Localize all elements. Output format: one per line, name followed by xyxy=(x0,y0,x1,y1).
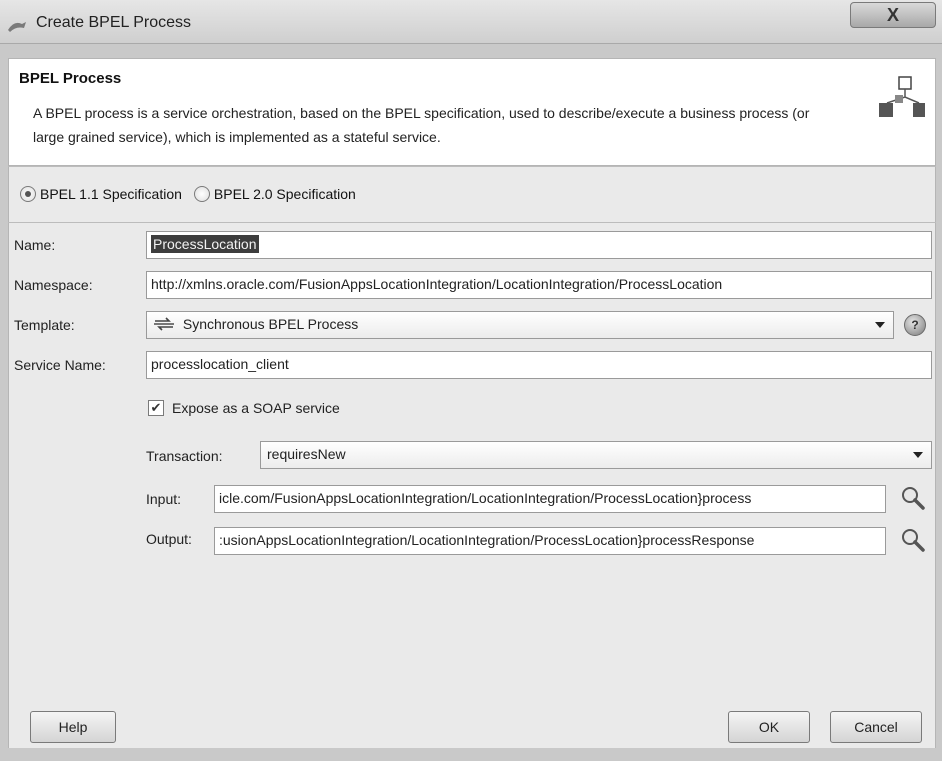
input-label: Input: xyxy=(146,491,182,507)
template-select[interactable]: Synchronous BPEL Process xyxy=(146,311,894,339)
spec-radio-group: BPEL 1.1 Specification BPEL 2.0 Specific… xyxy=(20,183,368,205)
app-icon xyxy=(8,22,26,32)
radio-button-selected[interactable] xyxy=(20,186,36,202)
name-label: Name: xyxy=(14,237,56,253)
service-name-field[interactable]: processlocation_client xyxy=(146,351,932,379)
radio-button[interactable] xyxy=(193,186,210,202)
cancel-button[interactable]: Cancel xyxy=(830,711,922,743)
ok-button[interactable]: OK xyxy=(728,711,810,743)
output-field[interactable]: :usionAppsLocationIntegration/LocationIn… xyxy=(214,527,886,555)
header-separator xyxy=(8,166,936,167)
close-button[interactable]: X xyxy=(850,2,936,28)
window-title: Create BPEL Process xyxy=(36,14,192,31)
chevron-down-icon[interactable] xyxy=(907,445,929,465)
namespace-field[interactable]: http://xmlns.oracle.com/FusionAppsLocati… xyxy=(146,271,932,299)
sync-process-icon xyxy=(154,317,174,331)
name-field[interactable]: ProcessLocation xyxy=(146,231,932,259)
radio-label: BPEL 2.0 Specification xyxy=(213,186,356,202)
service-name-label: Service Name: xyxy=(14,357,106,373)
help-button[interactable]: Help xyxy=(30,711,116,743)
input-field[interactable]: icle.com/FusionAppsLocationIntegration/L… xyxy=(214,485,886,513)
spec-separator xyxy=(8,222,936,223)
help-icon[interactable]: ? xyxy=(904,314,926,336)
template-value: Synchronous BPEL Process xyxy=(182,316,359,332)
namespace-label: Namespace: xyxy=(14,277,93,293)
dialog-header: BPEL Process A BPEL process is a service… xyxy=(8,58,936,166)
radio-bpel-20[interactable]: BPEL 2.0 Specification xyxy=(193,186,356,202)
transaction-label: Transaction: xyxy=(146,448,223,464)
radio-label: BPEL 1.1 Specification xyxy=(40,186,182,202)
expose-soap-checkbox[interactable]: ✔ xyxy=(148,400,164,416)
header-title: BPEL Process xyxy=(19,70,122,87)
transaction-select[interactable]: requiresNew xyxy=(260,441,932,469)
title-bar: Create BPEL Process X xyxy=(0,0,942,44)
close-icon: X xyxy=(886,5,899,25)
search-icon[interactable] xyxy=(900,527,926,553)
chevron-down-icon[interactable] xyxy=(869,315,891,335)
output-label: Output: xyxy=(146,531,192,547)
process-flow-icon xyxy=(879,76,925,117)
search-icon[interactable] xyxy=(900,485,926,511)
header-description: A BPEL process is a service orchestratio… xyxy=(33,105,810,145)
name-value: ProcessLocation xyxy=(151,235,259,253)
expose-soap-label: Expose as a SOAP service xyxy=(172,400,340,416)
radio-bpel-11[interactable]: BPEL 1.1 Specification xyxy=(20,186,182,202)
transaction-value: requiresNew xyxy=(267,446,346,462)
template-label: Template: xyxy=(14,317,75,333)
